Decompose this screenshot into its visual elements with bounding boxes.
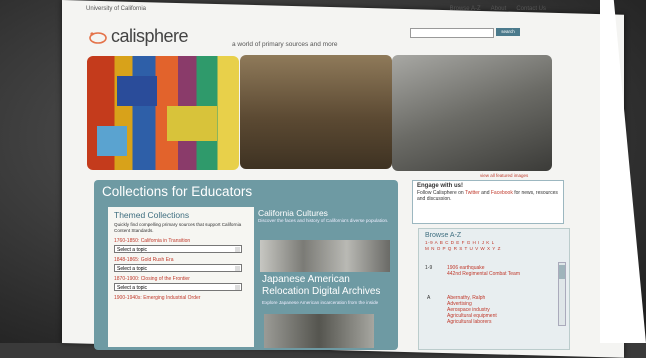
header-links: Browse A-Z About Contact Us xyxy=(450,6,546,12)
browse-topic-link[interactable]: Agricultural laborers xyxy=(447,319,497,325)
top-navigation: University of California Browse A-Z Abou… xyxy=(86,6,546,18)
browse-az-panel: Browse A-Z 1-9 A B C D E F G H I J K L M… xyxy=(418,228,570,350)
era-select-3-value: Select a topic xyxy=(117,285,148,291)
era-select-3[interactable]: Select a topic xyxy=(114,283,242,291)
contact-link[interactable]: Contact Us xyxy=(516,6,546,12)
engage-and: and xyxy=(481,190,490,196)
engage-box: Engage with us! Follow Calisphere on Twi… xyxy=(412,180,564,224)
alphabet-row-2[interactable]: M N O P Q R S T U V W X Y Z xyxy=(425,246,563,252)
california-cultures: California Cultures Discover the faces a… xyxy=(258,208,394,348)
engage-text: Follow Calisphere on Twitter and Faceboo… xyxy=(417,190,559,202)
logo-wordmark: calisphere xyxy=(111,26,189,46)
browse-heading: Browse A-Z xyxy=(425,232,462,239)
browse-row-1-9: 1-9 xyxy=(425,265,432,271)
facebook-link[interactable]: Facebook xyxy=(491,190,513,196)
era-select-1-value: Select a topic xyxy=(117,247,148,253)
era-select-2-value: Select a topic xyxy=(117,266,148,272)
chevron-down-icon xyxy=(235,247,240,252)
japanese-american-title[interactable]: Japanese American Relocation Digital Arc… xyxy=(262,274,394,298)
featured-caption-link[interactable]: view all featured images xyxy=(480,173,528,178)
era-select-1[interactable]: Select a topic xyxy=(114,245,242,253)
scrollbar-thumb[interactable] xyxy=(559,265,565,279)
era-select-2[interactable]: Select a topic xyxy=(114,264,242,272)
cultures-heading[interactable]: California Cultures xyxy=(258,208,394,218)
calisphere-logo[interactable]: calisphere xyxy=(88,26,189,47)
themed-heading: Themed Collections xyxy=(114,210,190,220)
browse-az-link[interactable]: Browse A-Z xyxy=(450,6,481,12)
search-input[interactable] xyxy=(410,28,494,38)
browse-key: A xyxy=(427,295,431,301)
era-link-2[interactable]: 1848-1865: Gold Rush Era xyxy=(114,257,254,263)
era-link-3[interactable]: 1870-1900: Closing of the Frontier xyxy=(114,276,254,282)
themed-collections: Themed Collections Quickly find compelli… xyxy=(108,207,254,347)
browse-scrollbar[interactable] xyxy=(558,262,566,326)
search-button[interactable]: search xyxy=(496,28,520,36)
browse-row-a: A xyxy=(427,295,430,301)
chevron-down-icon xyxy=(235,266,240,271)
browse-key: 1-9 xyxy=(425,265,433,271)
featured-image-market[interactable] xyxy=(240,55,392,169)
cultures-description: Discover the faces and history of Califo… xyxy=(258,218,389,223)
browse-values-a: Abernathy, Ralph Advertising Aerospace i… xyxy=(447,295,497,325)
browse-values-1-9: 1906 earthquake 442nd Regimental Combat … xyxy=(447,265,520,277)
educators-title: Collections for Educators xyxy=(102,184,253,199)
era-link-4[interactable]: 1900-1940s: Emerging Industrial Order xyxy=(114,295,254,301)
engage-heading: Engage with us! xyxy=(417,183,464,189)
era-link-1[interactable]: 1760-1850: California in Transition xyxy=(114,238,254,244)
university-link[interactable]: University of California xyxy=(86,6,146,12)
cultures-photo[interactable] xyxy=(260,240,390,272)
tagline: a world of primary sources and more xyxy=(232,41,338,48)
themed-description: Quickly find compelling primary sources … xyxy=(114,222,242,233)
chevron-down-icon xyxy=(235,285,240,290)
about-link[interactable]: About xyxy=(491,6,507,12)
logo-swirl-icon xyxy=(88,29,108,45)
twitter-link[interactable]: Twitter xyxy=(465,190,480,196)
japanese-american-description: Explore Japanese American incarceration … xyxy=(262,300,379,305)
browse-topic-link[interactable]: 442nd Regimental Combat Team xyxy=(447,271,520,277)
featured-image-worker[interactable] xyxy=(392,55,552,171)
featured-image-painting[interactable] xyxy=(87,56,239,170)
alphabet-links[interactable]: 1-9 A B C D E F G H I J K L M N O P Q R … xyxy=(425,240,563,252)
